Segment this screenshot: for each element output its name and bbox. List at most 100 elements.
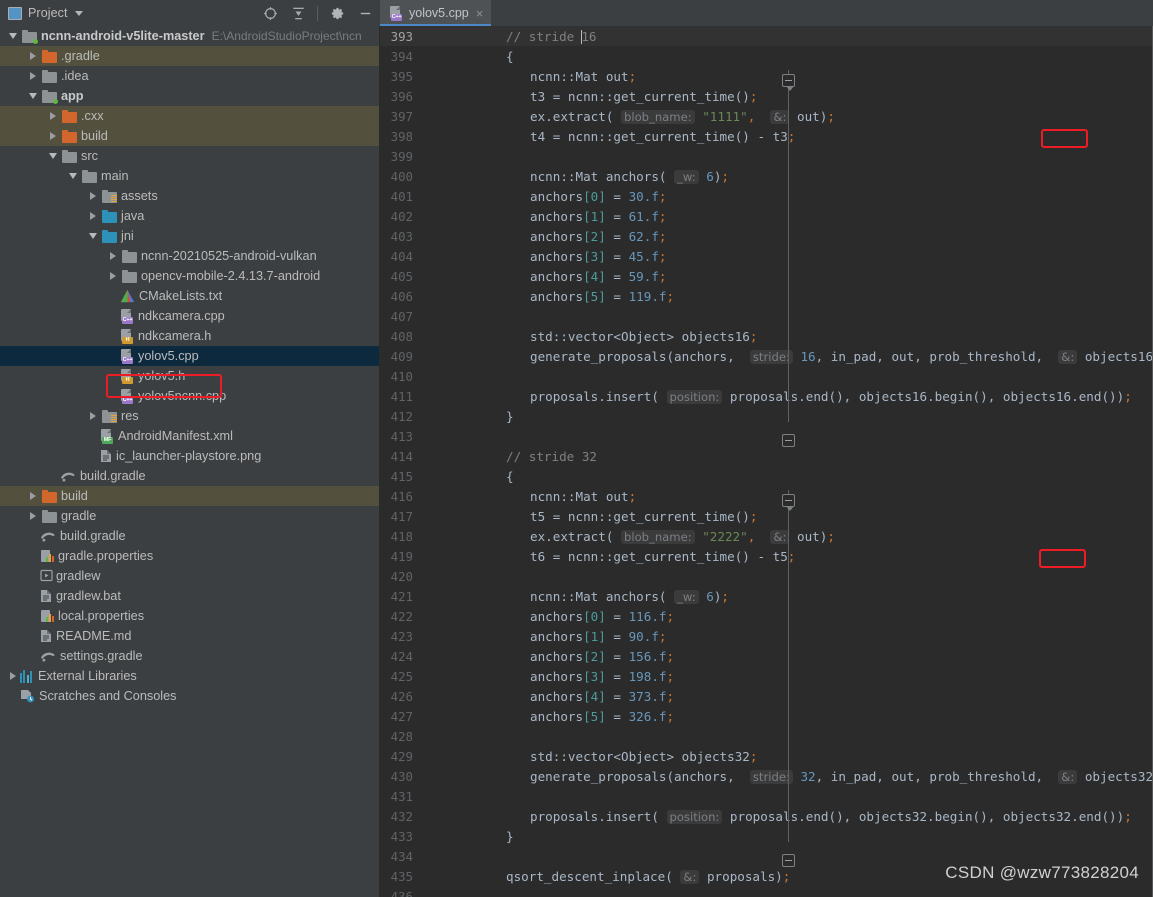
tree-item-build[interactable]: build: [0, 486, 379, 506]
code-line[interactable]: 410: [380, 366, 1153, 386]
tree-item-app[interactable]: app: [0, 86, 379, 106]
tree-item-cmakelists-txt[interactable]: CMakeLists.txt: [0, 286, 379, 306]
chevron-right-icon[interactable]: [106, 266, 120, 286]
fold-marker[interactable]: [422, 466, 444, 486]
code-editor[interactable]: 393// stride 16 394{395 ncnn::Mat out; 396 t…: [380, 26, 1153, 897]
code-line[interactable]: 398 t4 = ncnn::get_current_time() - t3;: [380, 126, 1153, 146]
chevron-down-icon[interactable]: [86, 226, 100, 246]
tree-item-res[interactable]: res: [0, 406, 379, 426]
tree-item-ndkcamera-h[interactable]: Hndkcamera.h: [0, 326, 379, 346]
chevron-right-icon[interactable]: [26, 46, 40, 66]
project-toolwindow-header[interactable]: Project: [0, 0, 380, 26]
chevron-right-icon[interactable]: [26, 486, 40, 506]
code-line[interactable]: 411 proposals.insert( position: proposals…: [380, 386, 1153, 406]
project-tree-panel[interactable]: ncnn-android-v5lite-master E:\AndroidStud…: [0, 26, 380, 897]
code-line[interactable]: 431: [380, 786, 1153, 806]
fold-marker[interactable]: [422, 46, 444, 66]
code-line[interactable]: 405 anchors[4] = 59.f;: [380, 266, 1153, 286]
tree-item-yolov5ncnn-cpp[interactable]: C++ yolov5ncnn.cpp: [0, 386, 379, 406]
code-line[interactable]: 420: [380, 566, 1153, 586]
chevron-down-icon[interactable]: [6, 26, 20, 46]
code-line[interactable]: 412}: [380, 406, 1153, 426]
code-line[interactable]: 394 {: [380, 46, 1153, 66]
tree-item-readme-md[interactable]: README.md: [0, 626, 379, 646]
fold-toggle-412[interactable]: [782, 434, 795, 447]
tree-item-build-gradle[interactable]: build.gradle: [0, 526, 379, 546]
code-line[interactable]: 429 std::vector<Object> objects32;: [380, 746, 1153, 766]
code-line[interactable]: 399: [380, 146, 1153, 166]
code-line[interactable]: 393 // stride 16: [380, 26, 1153, 46]
tree-item-gradlew[interactable]: gradlew: [0, 566, 379, 586]
tree-item-java[interactable]: java: [0, 206, 379, 226]
editor-tab-yolov5-cpp[interactable]: C++ yolov5.cpp ×: [380, 0, 492, 26]
code-line[interactable]: 419 t6 = ncnn::get_current_time() - t5;: [380, 546, 1153, 566]
tree-item-build[interactable]: build: [0, 126, 379, 146]
tree-item-ncnn-20210525-android-vulkan[interactable]: ncnn-20210525-android-vulkan: [0, 246, 379, 266]
tree-item--cxx[interactable]: .cxx: [0, 106, 379, 126]
chevron-right-icon[interactable]: [26, 506, 40, 526]
tree-item-scratches-and-consoles[interactable]: Scratches and Consoles: [0, 686, 379, 706]
code-line[interactable]: 414 // stride 32: [380, 446, 1153, 466]
code-line[interactable]: 404 anchors[3] = 45.f;: [380, 246, 1153, 266]
chevron-right-icon[interactable]: [86, 186, 100, 206]
code-line[interactable]: 422 anchors[0] = 116.f;: [380, 606, 1153, 626]
chevron-down-icon[interactable]: [74, 10, 83, 16]
tree-item-androidmanifest-xml[interactable]: MF AndroidManifest.xml: [0, 426, 379, 446]
chevron-right-icon[interactable]: [26, 66, 40, 86]
chevron-down-icon[interactable]: [66, 166, 80, 186]
code-line[interactable]: 413: [380, 426, 1153, 446]
code-line[interactable]: 406 anchors[5] = 119.f;: [380, 286, 1153, 306]
code-line[interactable]: 401 anchors[0] = 30.f;: [380, 186, 1153, 206]
code-line[interactable]: 427 anchors[5] = 326.f;: [380, 706, 1153, 726]
code-line[interactable]: 417 t5 = ncnn::get_current_time();: [380, 506, 1153, 526]
chevron-right-icon[interactable]: [46, 126, 60, 146]
fold-toggle-394[interactable]: [782, 74, 795, 91]
tree-item--idea[interactable]: .idea: [0, 66, 379, 86]
tree-item-ic-launcher-playstore-png[interactable]: ic_launcher-playstore.png: [0, 446, 379, 466]
tree-item-src[interactable]: src: [0, 146, 379, 166]
code-line[interactable]: 408 std::vector<Object> objects16;: [380, 326, 1153, 346]
code-line[interactable]: 418 ex.extract( blob_name: "2222", &: out…: [380, 526, 1153, 546]
fold-marker[interactable]: [422, 406, 444, 426]
chevron-right-icon[interactable]: [86, 406, 100, 426]
code-line[interactable]: 407: [380, 306, 1153, 326]
tree-item-gradle-properties[interactable]: gradle.properties: [0, 546, 379, 566]
hide-icon[interactable]: [352, 1, 378, 25]
tree-item-ndkcamera-cpp[interactable]: C++ ndkcamera.cpp: [0, 306, 379, 326]
tree-item-jni[interactable]: jni: [0, 226, 379, 246]
fold-toggle-415[interactable]: [782, 494, 795, 511]
code-line[interactable]: 428: [380, 726, 1153, 746]
tree-item-build-gradle[interactable]: build.gradle: [0, 466, 379, 486]
code-line[interactable]: 433}: [380, 826, 1153, 846]
tree-item-main[interactable]: main: [0, 166, 379, 186]
tree-item-opencv-mobile-2-4-13-7-android[interactable]: opencv-mobile-2.4.13.7-android: [0, 266, 379, 286]
code-line[interactable]: 396 t3 = ncnn::get_current_time();: [380, 86, 1153, 106]
chevron-right-icon[interactable]: [46, 106, 60, 126]
tree-item--gradle[interactable]: .gradle: [0, 46, 379, 66]
code-line[interactable]: 395 ncnn::Mat out;: [380, 66, 1153, 86]
code-line[interactable]: 424 anchors[2] = 156.f;: [380, 646, 1153, 666]
code-line[interactable]: 400 ncnn::Mat anchors( _w: 6);: [380, 166, 1153, 186]
code-line[interactable]: 436: [380, 886, 1153, 897]
chevron-down-icon[interactable]: [26, 86, 40, 106]
chevron-down-icon[interactable]: [46, 146, 60, 166]
tree-item-settings-gradle[interactable]: settings.gradle: [0, 646, 379, 666]
select-opened-file-icon[interactable]: [257, 1, 283, 25]
chevron-right-icon[interactable]: [6, 666, 20, 686]
settings-gear-icon[interactable]: [324, 1, 350, 25]
code-line[interactable]: 430 generate_proposals(anchors, stride: 3…: [380, 766, 1153, 786]
code-line[interactable]: 402 anchors[1] = 61.f;: [380, 206, 1153, 226]
tree-item-yolov5-cpp[interactable]: C++ yolov5.cpp: [0, 346, 379, 366]
fold-toggle-433[interactable]: [782, 854, 795, 867]
code-line[interactable]: 415 {: [380, 466, 1153, 486]
tree-item-external-libraries[interactable]: External Libraries: [0, 666, 379, 686]
tree-item-yolov5-h[interactable]: Hyolov5.h: [0, 366, 379, 386]
code-line[interactable]: 421 ncnn::Mat anchors( _w: 6);: [380, 586, 1153, 606]
tree-item-gradlew-bat[interactable]: gradlew.bat: [0, 586, 379, 606]
fold-marker[interactable]: [422, 826, 444, 846]
code-line[interactable]: 426 anchors[4] = 373.f;: [380, 686, 1153, 706]
tree-item-gradle[interactable]: gradle: [0, 506, 379, 526]
code-line[interactable]: 423 anchors[1] = 90.f;: [380, 626, 1153, 646]
tree-item-local-properties[interactable]: local.properties: [0, 606, 379, 626]
collapse-all-icon[interactable]: [285, 1, 311, 25]
